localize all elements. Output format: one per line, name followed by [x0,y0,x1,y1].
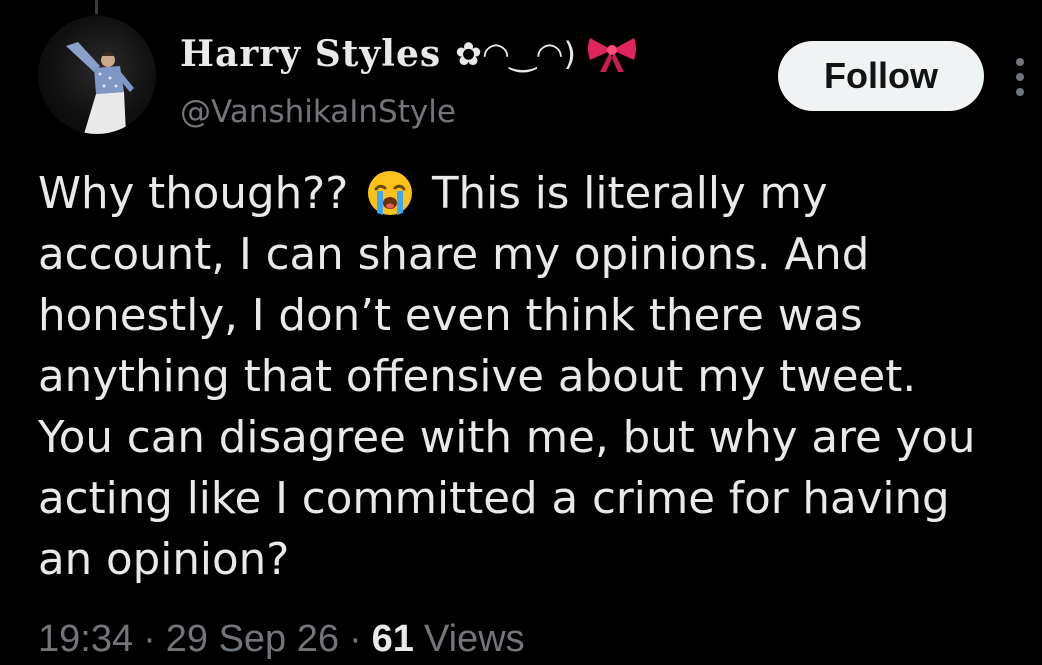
tweet-time[interactable]: 19:34 [38,618,133,661]
loudly-crying-face-emoji-icon [366,169,414,217]
follow-button[interactable]: Follow [778,41,984,111]
avatar-figure-icon [66,42,134,134]
tweet-line: account, I can share my opinions. And [38,230,870,280]
tweet-line: honestly, I don’t even think there was [38,291,863,341]
avatar[interactable] [38,16,156,134]
author-display-name[interactable]: Harry Styles ✿◠‿◠) [180,30,638,78]
tweet-line-part: This is literally my [431,169,828,219]
views-label[interactable]: Views [424,618,525,661]
tweet-line: You can disagree with me, but why are yo… [38,413,976,463]
meta-separator: · [143,618,156,660]
tweet-line: anything that offensive about my tweet. [38,352,917,402]
tweet-line: Why though?? This is literally my [38,164,1038,225]
tweet-line: acting like I committed a crime for havi… [38,474,950,524]
tweet-meta: 19:34 · 29 Sep 26 · 61 Views [38,618,525,661]
more-vertical-icon[interactable] [1010,58,1030,96]
display-name-text: Harry Styles [180,33,442,75]
tweet-text: Why though?? This is literally my accoun… [38,164,1038,591]
tweet-line: an opinion? [38,535,290,585]
tweet-line-part: Why though?? [38,169,349,219]
ribbon-bow-icon [586,34,638,74]
author-handle[interactable]: @VanshikaInStyle [180,94,456,130]
meta-separator: · [349,618,362,660]
display-name-kaomoji: ✿◠‿◠) [455,35,576,73]
thread-connector-line [95,0,98,14]
tweet-date[interactable]: 29 Sep 26 [166,618,339,661]
views-count[interactable]: 61 [372,618,414,661]
